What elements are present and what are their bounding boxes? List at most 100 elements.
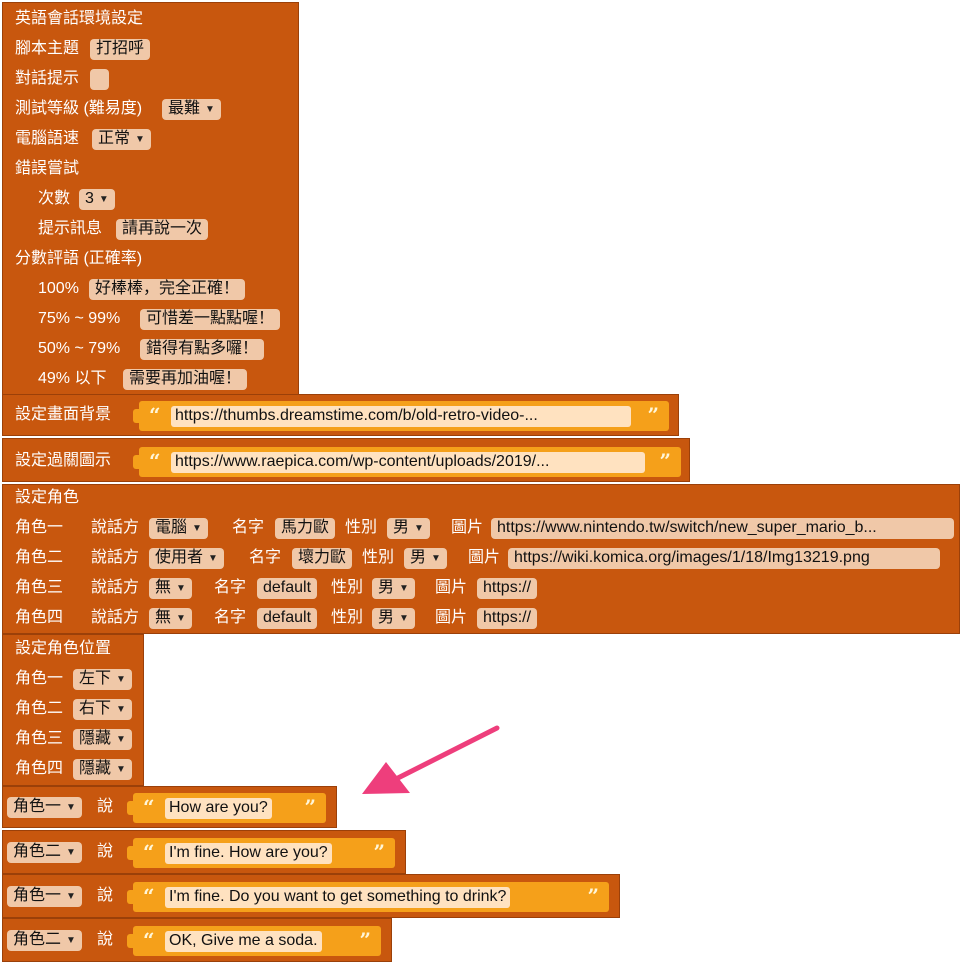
say-text[interactable]: How are you? (165, 798, 272, 819)
say-text-string[interactable]: “ I'm fine. How are you? ” (133, 838, 395, 868)
background-url-string[interactable]: “ https://thumbs.dreamstime.com/b/old-re… (139, 401, 669, 431)
pass-image-label: 設定過關圖示 (15, 452, 112, 469)
speaker-dropdown[interactable]: 電腦 ▼ (149, 518, 208, 539)
close-quote-icon: ” (587, 884, 599, 908)
speaker-label: 說話方 (91, 549, 140, 566)
close-quote-icon: ” (359, 928, 371, 952)
say-text[interactable]: OK, Give me a soda. (165, 931, 322, 952)
score-comment-field[interactable]: 錯得有點多囉！ (140, 339, 265, 360)
script-label: 腳本主題 (15, 40, 80, 57)
say-verb: 說 (97, 843, 114, 860)
speaker-role-dropdown[interactable]: 角色一 ▼ (7, 886, 82, 907)
say-text-string[interactable]: “ How are you? ” (133, 793, 326, 823)
speaker-role-dropdown[interactable]: 角色二 ▼ (7, 842, 82, 863)
background-label: 設定畫面背景 (15, 406, 112, 423)
chevron-down-icon: ▼ (414, 523, 424, 534)
say-text[interactable]: I'm fine. How are you? (165, 843, 332, 864)
gender-dropdown[interactable]: 男 ▼ (387, 518, 430, 539)
speaker-dropdown[interactable]: 無 ▼ (149, 578, 192, 599)
name-field[interactable]: default (257, 608, 318, 629)
score-comment-field[interactable]: 需要再加油喔！ (123, 369, 248, 390)
msg-label: 提示訊息 (38, 220, 103, 237)
set-roles-block[interactable]: 設定角色 角色一 說話方 電腦 ▼ 名字 馬力歐 性別 男 ▼ 圖片 https:/… (2, 484, 960, 634)
env-settings-block[interactable]: 英語會話環境設定 腳本主題 打招呼 對話提示 測試等級 (難易度) 最難 ▼ 電腦… (2, 2, 299, 395)
msg-field[interactable]: 請再說一次 (116, 219, 209, 240)
name-field[interactable]: 壞力歐 (292, 548, 353, 569)
script-field[interactable]: 打招呼 (90, 39, 151, 60)
chevron-down-icon: ▼ (399, 583, 409, 594)
speaker-label: 說話方 (91, 579, 140, 596)
say-verb: 說 (97, 931, 114, 948)
say-block[interactable]: 角色一 ▼ 說 “ I'm fine. Do you want to get so… (2, 874, 620, 918)
set-pass-image-block[interactable]: 設定過關圖示 “ https://www.raepica.com/wp-cont… (2, 438, 690, 482)
chevron-down-icon: ▼ (66, 847, 76, 858)
close-quote-icon: ” (647, 403, 659, 427)
gender-dropdown[interactable]: 男 ▼ (372, 578, 415, 599)
speaker-role-dropdown[interactable]: 角色二 ▼ (7, 930, 82, 951)
chevron-down-icon: ▼ (192, 523, 202, 534)
speaker-label: 說話方 (91, 609, 140, 626)
retry-label: 錯誤嘗試 (15, 160, 80, 177)
speed-dropdown[interactable]: 正常 ▼ (92, 129, 151, 150)
score-comment-field[interactable]: 可惜差一點點喔！ (140, 309, 281, 330)
chevron-down-icon: ▼ (116, 704, 126, 715)
chevron-down-icon: ▼ (431, 553, 441, 564)
gender-dropdown[interactable]: 男 ▼ (404, 548, 447, 569)
say-block[interactable]: 角色一 ▼ 說 “ How are you? ” (2, 786, 337, 828)
say-verb: 說 (97, 887, 114, 904)
speaker-dropdown[interactable]: 無 ▼ (149, 608, 192, 629)
close-quote-icon: ” (304, 795, 316, 819)
chevron-down-icon: ▼ (205, 104, 215, 115)
role-name-label: 角色一 (15, 519, 64, 536)
name-field[interactable]: 馬力歐 (275, 518, 336, 539)
background-url-text[interactable]: https://thumbs.dreamstime.com/b/old-retr… (171, 406, 631, 427)
roles-title: 設定角色 (15, 489, 80, 506)
count-dropdown[interactable]: 3 ▼ (79, 189, 115, 210)
name-label: 名字 (249, 549, 282, 566)
say-text-string[interactable]: “ I'm fine. Do you want to get something… (133, 882, 609, 912)
pass-image-url-string[interactable]: “ https://www.raepica.com/wp-content/upl… (139, 447, 681, 477)
set-positions-block[interactable]: 設定角色位置 角色一 左下 ▼ 角色二 右下 ▼ 角色三 隱藏 ▼ 角色四 隱藏 ▼ (2, 634, 144, 786)
pass-image-url-text[interactable]: https://www.raepica.com/wp-content/uploa… (171, 452, 645, 473)
say-text[interactable]: I'm fine. Do you want to get something t… (165, 887, 511, 908)
image-label: 圖片 (435, 609, 468, 626)
open-quote-icon: “ (149, 449, 161, 473)
speaker-dropdown[interactable]: 使用者 ▼ (149, 548, 224, 569)
image-url-field[interactable]: https://wiki.komica.org/images/1/18/Img1… (508, 548, 940, 569)
say-block[interactable]: 角色二 ▼ 說 “ OK, Give me a soda. ” (2, 918, 392, 962)
set-background-block[interactable]: 設定畫面背景 “ https://thumbs.dreamstime.com/b… (2, 394, 679, 436)
gender-label: 性別 (331, 579, 364, 596)
position-dropdown[interactable]: 隱藏 ▼ (73, 729, 132, 750)
name-field[interactable]: default (257, 578, 318, 599)
level-dropdown[interactable]: 最難 ▼ (162, 99, 221, 120)
say-text-string[interactable]: “ OK, Give me a soda. ” (133, 926, 381, 956)
chevron-down-icon: ▼ (116, 734, 126, 745)
position-dropdown[interactable]: 隱藏 ▼ (73, 759, 132, 780)
position-dropdown[interactable]: 左下 ▼ (73, 669, 132, 690)
score-range: 75% ~ 99% (38, 310, 121, 327)
score-comment-field[interactable]: 好棒棒，完全正確！ (89, 279, 246, 300)
name-label: 名字 (232, 519, 265, 536)
level-label: 測試等級 (難易度) (15, 100, 143, 117)
score-range: 49% 以下 (38, 370, 107, 387)
image-url-field[interactable]: https:// (477, 608, 538, 629)
gender-dropdown[interactable]: 男 ▼ (372, 608, 415, 629)
say-block[interactable]: 角色二 ▼ 說 “ I'm fine. How are you? ” (2, 830, 406, 874)
role-name-label: 角色二 (15, 549, 64, 566)
env-title: 英語會話環境設定 (15, 10, 144, 27)
chevron-down-icon: ▼ (135, 134, 145, 145)
chevron-down-icon: ▼ (208, 553, 218, 564)
gender-label: 性別 (345, 519, 378, 536)
image-url-field[interactable]: https://www.nintendo.tw/switch/new_super… (491, 518, 954, 539)
chevron-down-icon: ▼ (116, 764, 126, 775)
speaker-role-dropdown[interactable]: 角色一 ▼ (7, 797, 82, 818)
image-url-field[interactable]: https:// (477, 578, 538, 599)
hint-checkbox[interactable] (90, 69, 109, 90)
speaker-label: 說話方 (91, 519, 140, 536)
name-label: 名字 (214, 579, 247, 596)
open-quote-icon: “ (149, 403, 161, 427)
position-dropdown[interactable]: 右下 ▼ (73, 699, 132, 720)
role-name-label: 角色一 (15, 670, 64, 687)
say-verb: 說 (97, 798, 114, 815)
chevron-down-icon: ▼ (66, 935, 76, 946)
